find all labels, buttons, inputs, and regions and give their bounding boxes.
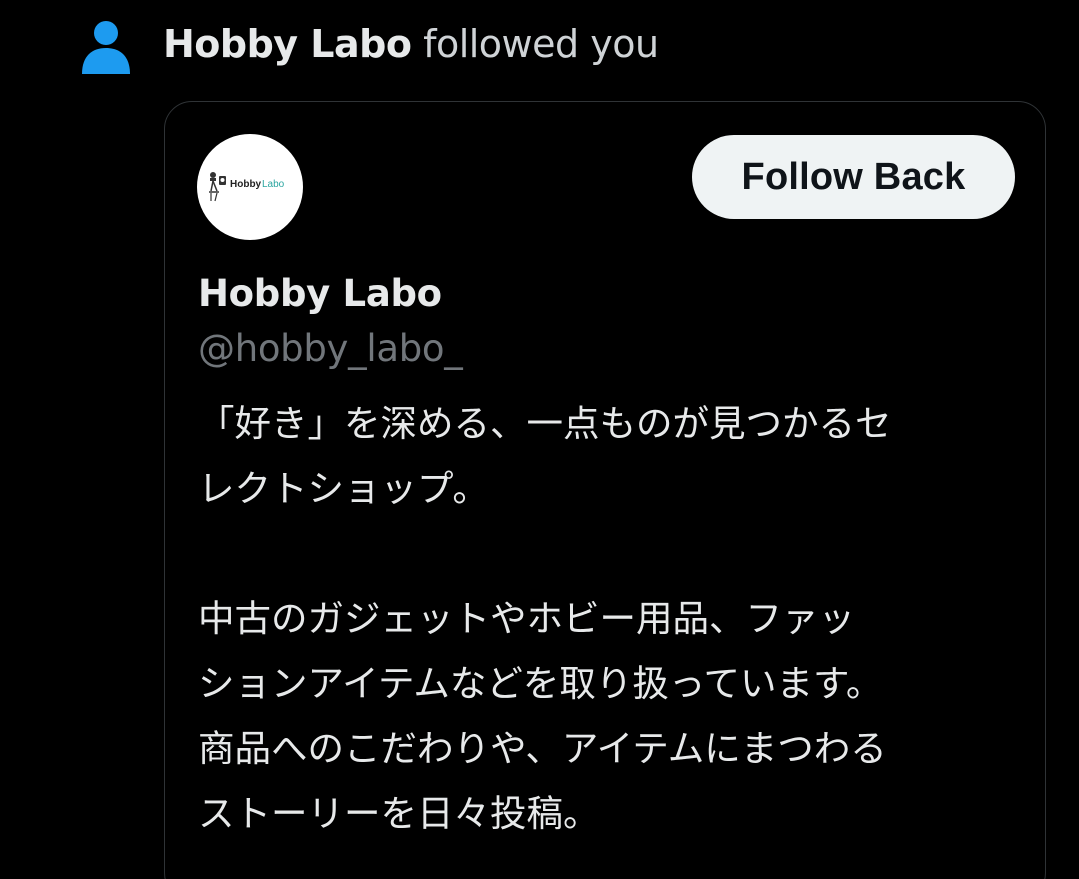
bio-line: 「好き」を深める、一点ものが見つかるセ [198,402,892,445]
bio-blank-line [198,521,1018,586]
profile-handle[interactable]: @hobby_labo_ [198,325,463,373]
notification-text: Hobby Labo followed you [163,20,659,68]
bio-line: レクトショップ。 [198,467,489,510]
bio-line: ションアイテムなどを取り扱っています。 [198,662,883,705]
profile-card[interactable]: Hobby Labo Follow Back Hobby Labo @hobby… [164,101,1046,879]
profile-bio: 「好き」を深める、一点ものが見つかるセ レクトショップ。 中古のガジェットやホビ… [198,391,1018,846]
bio-line: 中古のガジェットやホビー用品、ファッ [198,597,855,640]
notification-actor-name[interactable]: Hobby Labo [163,22,412,66]
avatar[interactable]: Hobby Labo [197,134,303,240]
profile-display-name[interactable]: Hobby Labo [198,270,442,318]
follow-notification[interactable]: Hobby Labo followed you Hobby Labo Follo… [0,0,1079,879]
logo-text-dark: Hobby [230,179,262,190]
follow-back-button[interactable]: Follow Back [692,135,1015,219]
hobby-labo-logo: Hobby Labo [209,172,285,202]
logo-text-accent: Labo [262,179,285,190]
notification-action-text: followed you [411,22,659,66]
bio-line: ストーリーを日々投稿。 [198,792,600,835]
bio-line: 商品へのこだわりや、アイテムにまつわる [198,727,887,770]
person-icon [82,21,130,74]
